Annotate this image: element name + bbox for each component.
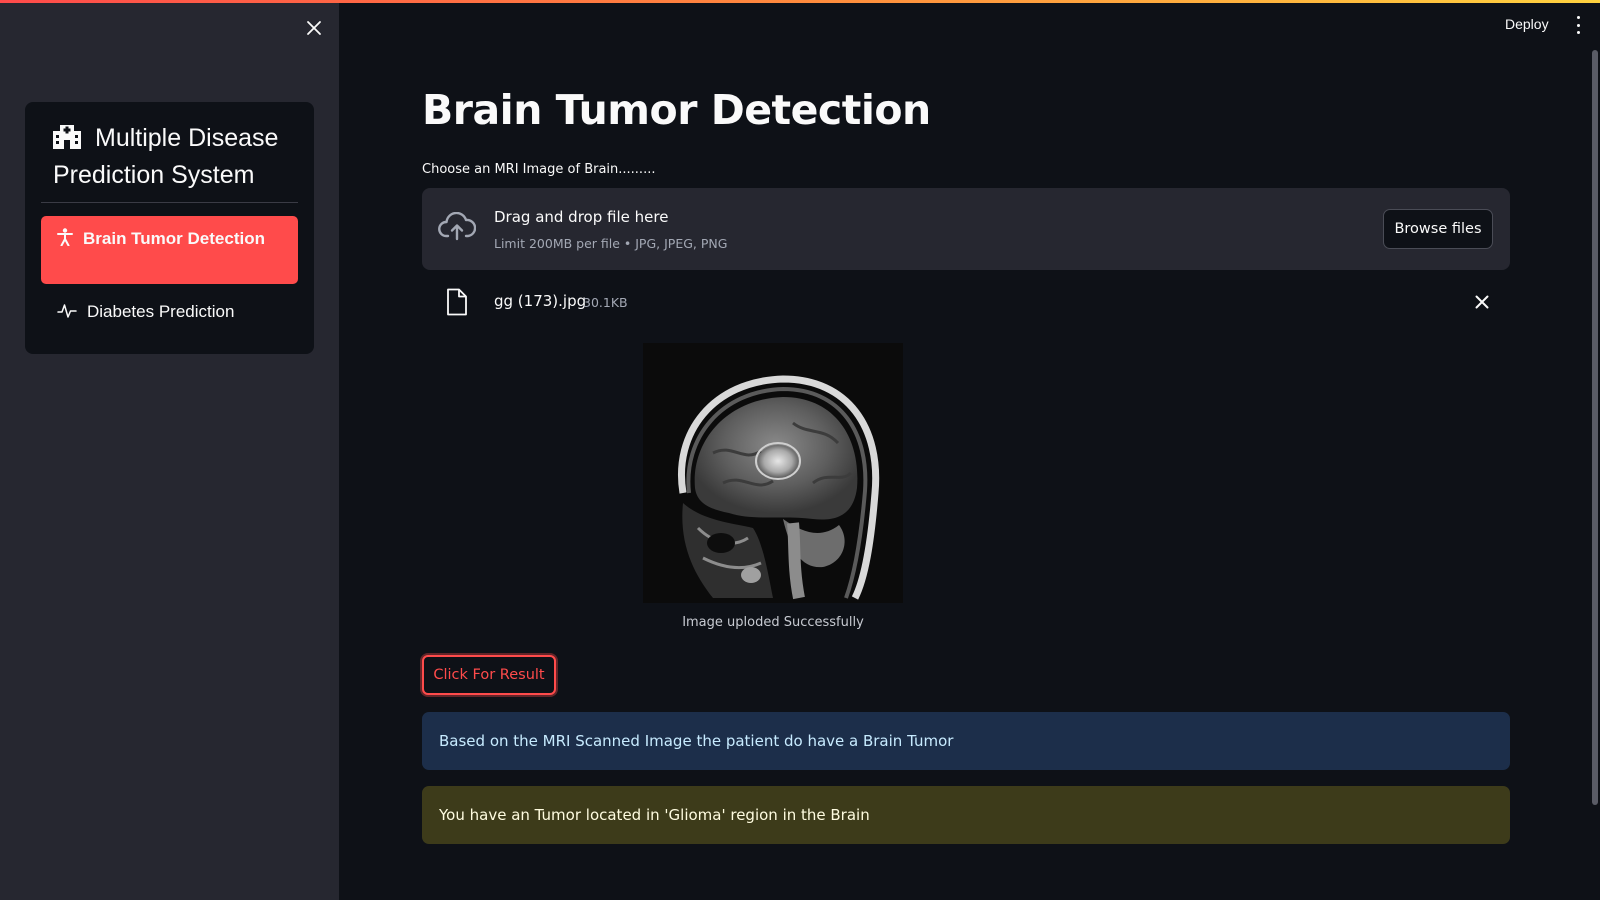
info-alert: Based on the MRI Scanned Image the patie… [422,712,1510,770]
click-for-result-button[interactable]: Click For Result [422,655,556,695]
cloud-upload-icon [438,212,476,241]
file-dropzone[interactable]: Drag and drop file here Limit 200MB per … [422,188,1510,270]
uploaded-file-row: gg (173).jpg 30.1KB [422,288,1510,318]
menu-title-text: Multiple Disease Prediction System [53,124,279,189]
menu-item-diabetes-prediction[interactable]: Diabetes Prediction [41,292,298,332]
close-icon [307,21,321,35]
menu-divider [41,202,298,203]
menu-item-brain-tumor-detection[interactable]: Brain Tumor Detection [41,216,298,284]
image-caption: Image uploded Successfully [682,615,864,630]
top-decoration-bar [0,0,1600,3]
dropzone-instructions: Drag and drop file here [494,208,669,226]
file-name: gg (173).jpg [494,292,587,310]
main-menu-icon[interactable] [1570,16,1586,34]
close-icon [1475,295,1489,309]
menu-item-label: Diabetes Prediction [87,302,235,321]
warning-alert: You have an Tumor located in 'Glioma' re… [422,786,1510,844]
uploader-label: Choose an MRI Image of Brain......... [422,162,656,177]
person-icon [57,228,73,246]
hospital-icon [53,125,81,149]
dropzone-limits: Limit 200MB per file • JPG, JPEG, PNG [494,236,728,251]
info-alert-text: Based on the MRI Scanned Image the patie… [439,732,954,750]
remove-file-button[interactable] [1470,290,1494,314]
activity-icon [57,304,77,318]
deploy-button[interactable]: Deploy [1505,16,1549,32]
browse-files-button[interactable]: Browse files [1383,209,1493,249]
sidebar-close-button[interactable] [300,14,328,42]
mri-image [643,343,903,603]
menu-title: Multiple Disease Prediction System [53,120,298,194]
warning-alert-text: You have an Tumor located in 'Glioma' re… [439,806,870,824]
scrollbar[interactable] [1592,50,1598,805]
page-title: Brain Tumor Detection [422,86,931,134]
brain-mri-scan [643,343,903,603]
file-icon [447,288,467,316]
menu-item-label: Brain Tumor Detection [83,229,265,248]
file-size: 30.1KB [583,295,628,310]
sidebar: Multiple Disease Prediction System Brain… [0,0,339,900]
option-menu: Multiple Disease Prediction System Brain… [25,102,314,354]
